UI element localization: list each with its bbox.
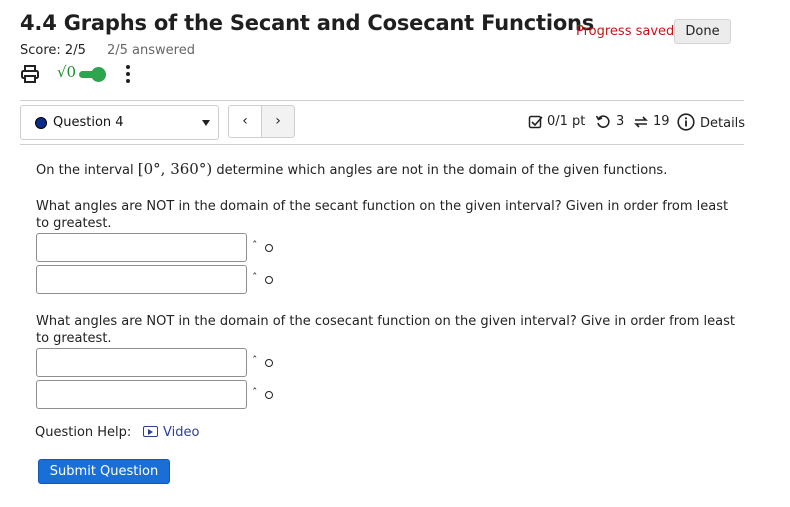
question-part-2: What angles are NOT in the domain of the… — [36, 314, 735, 346]
chevron-down-icon — [202, 120, 210, 126]
question-intro: On the interval [0°, 360°) determine whi… — [36, 161, 667, 179]
question-status-dot — [35, 117, 47, 129]
superscript-hint-4: ˆ — [252, 386, 258, 399]
details-link[interactable]: Details — [700, 116, 745, 131]
submit-question-button[interactable]: Submit Question — [38, 459, 170, 484]
divider-top — [20, 100, 744, 101]
video-icon — [143, 426, 158, 437]
degree-symbol-2 — [265, 276, 273, 284]
retries-count: 3 — [616, 114, 625, 129]
attempts-icon — [634, 116, 648, 128]
question-help-label: Question Help: — [35, 425, 132, 440]
vertical-dots-icon[interactable] — [124, 63, 132, 85]
degree-symbol-4 — [265, 391, 273, 399]
next-question-button[interactable]: › — [261, 105, 295, 138]
superscript-hint-2: ˆ — [252, 271, 258, 284]
intro-prefix: On the interval — [36, 163, 134, 178]
cosecant-answer-2[interactable] — [36, 380, 247, 409]
toggle-knob — [91, 67, 106, 82]
question-select-label: Question 4 — [53, 115, 124, 130]
done-button[interactable]: Done — [674, 19, 731, 44]
divider-bottom — [20, 144, 744, 145]
video-link[interactable]: Video — [143, 425, 199, 440]
math-toggle[interactable] — [79, 67, 106, 82]
superscript-hint-1: ˆ — [252, 239, 258, 252]
question-part-1: What angles are NOT in the domain of the… — [36, 199, 729, 231]
math-palette-icon[interactable]: √0 — [57, 63, 76, 81]
attempts-count: 19 — [653, 114, 670, 129]
intro-suffix: determine which angles are not in the do… — [216, 163, 668, 178]
question-select[interactable]: Question 4 — [20, 105, 219, 140]
video-link-label: Video — [163, 425, 200, 440]
degree-symbol-3 — [265, 359, 273, 367]
answered-count: 2/5 answered — [107, 43, 195, 58]
retry-icon — [595, 115, 610, 128]
superscript-hint-3: ˆ — [252, 354, 258, 367]
score-text: Score: 2/5 — [20, 43, 86, 58]
secant-answer-1[interactable] — [36, 233, 247, 262]
interval-math: [0°, 360°) — [137, 160, 213, 178]
page-title: 4.4 Graphs of the Secant and Cosecant Fu… — [20, 11, 595, 35]
prev-question-button[interactable]: ‹ — [228, 105, 262, 138]
print-icon[interactable] — [20, 64, 40, 84]
points-text: 0/1 pt — [547, 114, 586, 129]
progress-status: Progress saved — [576, 24, 675, 39]
cosecant-answer-1[interactable] — [36, 348, 247, 377]
checkbox-icon — [528, 115, 543, 129]
degree-symbol-1 — [265, 244, 273, 252]
info-icon[interactable] — [677, 113, 695, 131]
secant-answer-2[interactable] — [36, 265, 247, 294]
